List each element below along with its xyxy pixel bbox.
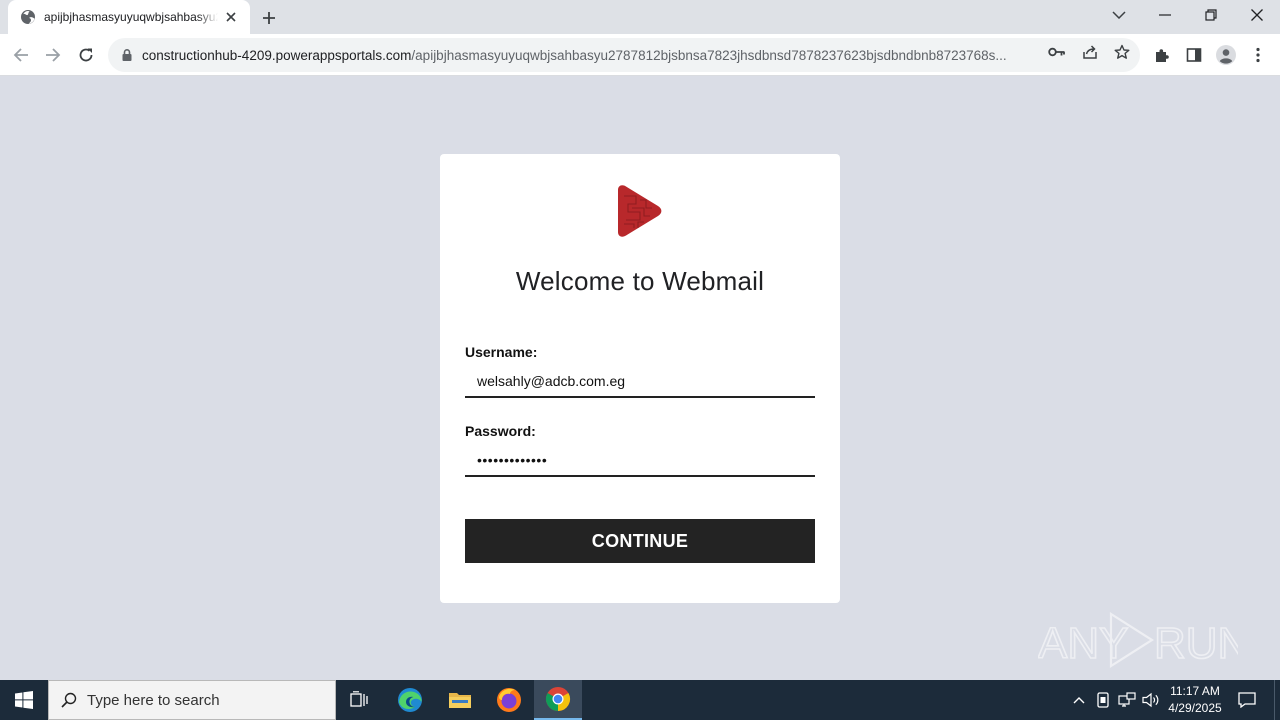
firefox-icon[interactable] xyxy=(485,680,533,720)
tab-title: apijbjhasmasyuyuqwbjsahbasyu2787812bjsbn… xyxy=(44,10,218,24)
tab-search-chevron-icon[interactable] xyxy=(1106,4,1132,26)
restore-icon[interactable] xyxy=(1198,4,1224,26)
continue-button[interactable]: CONTINUE xyxy=(465,519,815,563)
browser-tab[interactable]: apijbjhasmasyuyuqwbjsahbasyu2787812bjsbn… xyxy=(8,0,250,34)
network-icon[interactable] xyxy=(1117,690,1137,710)
clock-time: 11:17 AM xyxy=(1170,684,1220,698)
task-view-icon[interactable] xyxy=(336,680,384,720)
search-placeholder: Type here to search xyxy=(87,691,220,709)
close-window-icon[interactable] xyxy=(1244,4,1270,26)
url-text[interactable]: constructionhub-4209.powerappsportals.co… xyxy=(142,48,1032,63)
watermark-text-right: RUN xyxy=(1154,619,1238,668)
password-label: Password: xyxy=(465,423,536,439)
show-desktop-button[interactable] xyxy=(1274,680,1280,720)
side-panel-icon[interactable] xyxy=(1184,45,1204,65)
close-tab-icon[interactable] xyxy=(222,8,240,26)
taskbar-clock[interactable]: 11:17 AM 4/29/2025 xyxy=(1160,683,1230,717)
globe-icon xyxy=(21,10,35,24)
share-icon[interactable] xyxy=(1081,43,1099,61)
url-host: constructionhub-4209.powerappsportals.co… xyxy=(142,47,412,63)
page-title: Welcome to Webmail xyxy=(515,266,765,296)
profile-avatar-icon[interactable] xyxy=(1216,45,1236,65)
notification-center-icon[interactable] xyxy=(1237,690,1257,710)
anyrun-watermark: ANY RUN xyxy=(1038,611,1238,669)
tray-device-icon[interactable] xyxy=(1093,690,1113,710)
address-bar[interactable]: constructionhub-4209.powerappsportals.co… xyxy=(108,38,1140,72)
chrome-menu-kebab-icon[interactable] xyxy=(1248,45,1268,65)
watermark-text-left: ANY xyxy=(1038,619,1128,668)
webmail-logo-icon xyxy=(618,185,662,237)
login-card: Welcome to Webmail Username: Password: C… xyxy=(440,154,840,603)
clock-date: 4/29/2025 xyxy=(1168,701,1222,715)
reload-icon[interactable] xyxy=(73,42,99,68)
username-label: Username: xyxy=(465,344,538,360)
edge-browser-icon[interactable] xyxy=(386,680,434,720)
bookmark-star-icon[interactable] xyxy=(1113,43,1131,61)
username-input[interactable] xyxy=(465,366,815,398)
windows-taskbar: Type here to search 11:17 AM 4/29/2025 xyxy=(0,680,1280,720)
extensions-puzzle-icon[interactable] xyxy=(1152,45,1172,65)
browser-tab-strip: apijbjhasmasyuyuqwbjsahbasyu2787812bjsbn… xyxy=(0,0,1280,34)
file-explorer-icon[interactable] xyxy=(436,680,484,720)
browser-toolbar: constructionhub-4209.powerappsportals.co… xyxy=(0,34,1280,76)
back-arrow-icon[interactable] xyxy=(8,42,34,68)
new-tab-icon[interactable] xyxy=(258,7,280,29)
url-path: /apijbjhasmasyuyuqwbjsahbasyu2787812bjsb… xyxy=(411,47,1007,63)
forward-arrow-icon[interactable] xyxy=(40,42,66,68)
password-input[interactable] xyxy=(465,445,815,477)
minimize-icon[interactable] xyxy=(1152,4,1178,26)
chrome-taskbar-icon[interactable] xyxy=(534,680,582,720)
windows-start-icon[interactable] xyxy=(0,680,48,720)
lock-icon[interactable] xyxy=(120,48,134,62)
key-icon[interactable] xyxy=(1048,43,1066,61)
tray-overflow-chevron-icon[interactable] xyxy=(1069,690,1089,710)
search-icon xyxy=(61,692,77,708)
taskbar-search-box[interactable]: Type here to search xyxy=(48,680,336,720)
volume-speaker-icon[interactable] xyxy=(1141,690,1161,710)
